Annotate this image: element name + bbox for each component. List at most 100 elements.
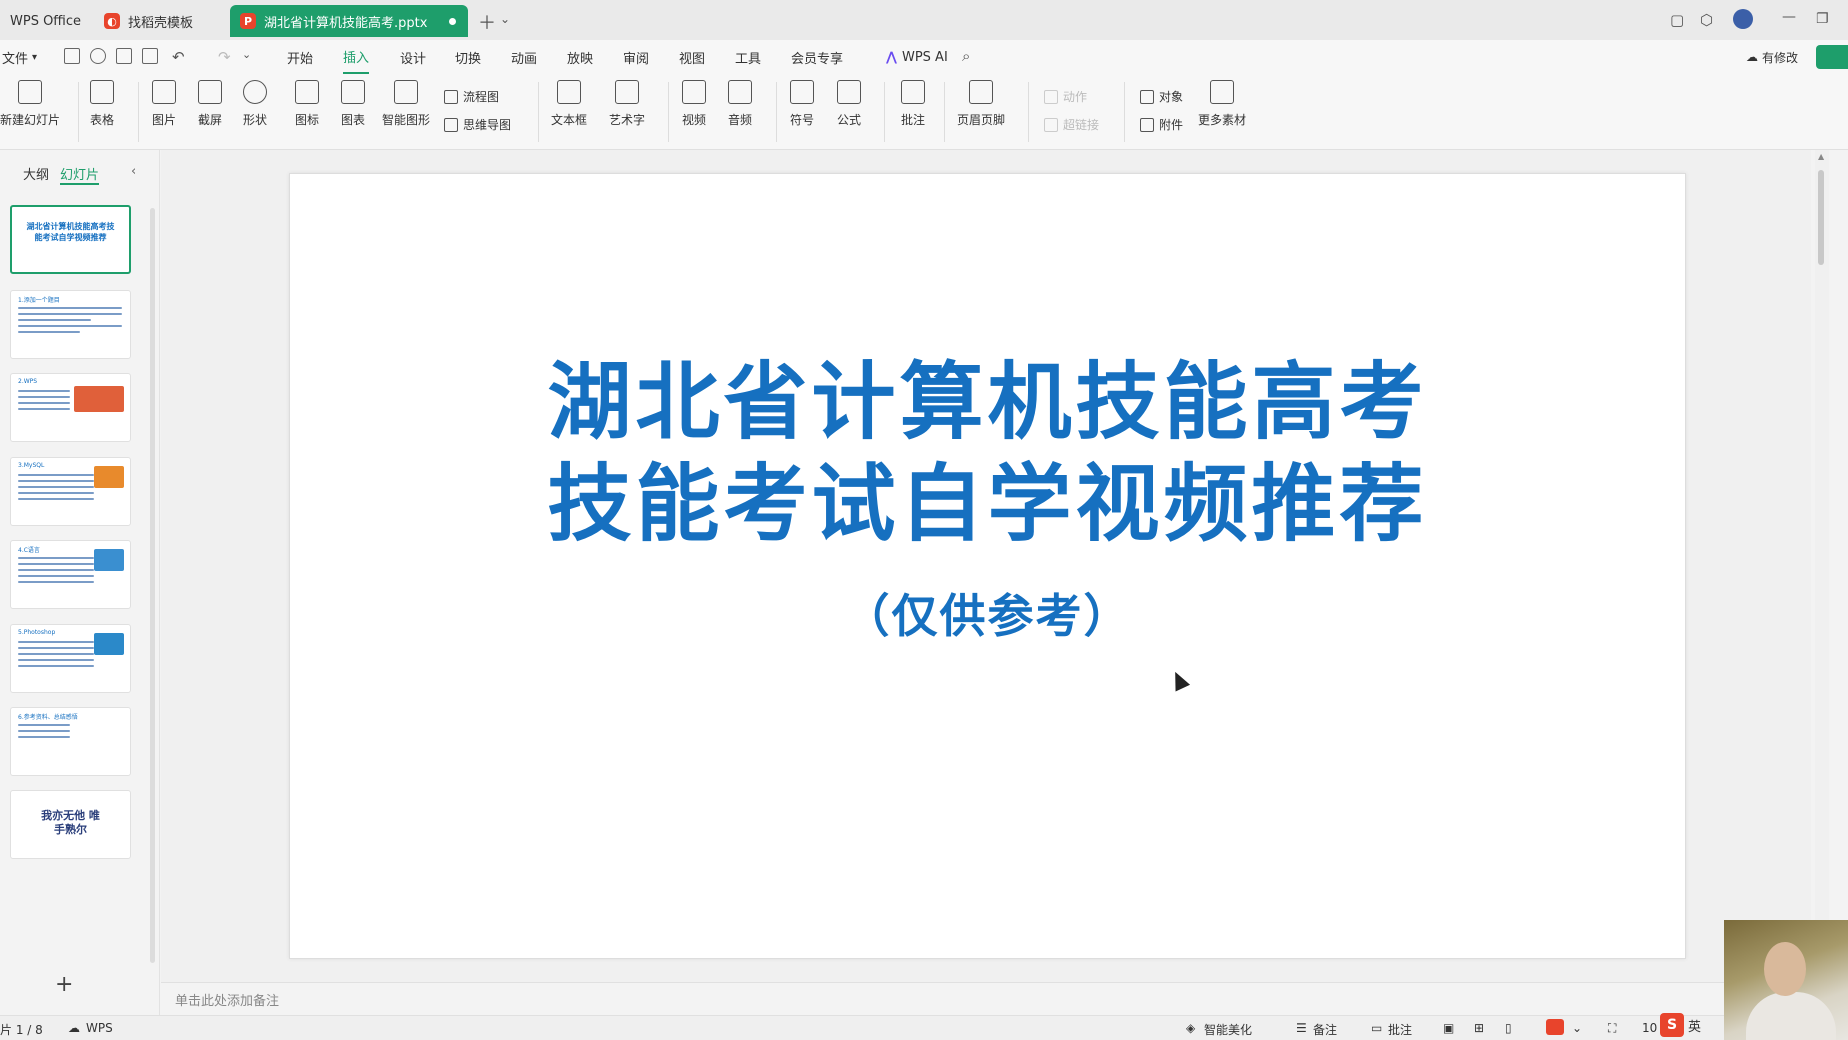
mindmap-button[interactable]: 思维导图 — [444, 116, 511, 133]
tab-wps-office[interactable]: WPS Office — [0, 5, 88, 37]
slide-thumbnail-1[interactable]: 湖北省计算机技能高考技能考试自学视频推荐 — [10, 205, 131, 274]
slide-subtitle[interactable]: （仅供参考） — [290, 586, 1685, 646]
flowchart-button[interactable]: 流程图 — [444, 88, 499, 105]
fit-icon[interactable]: ⛶ — [1608, 1021, 1616, 1036]
restore-icon[interactable]: ❐ — [1816, 11, 1829, 27]
slide-sorter-icon[interactable]: ⊞ — [1474, 1021, 1484, 1035]
cube-icon[interactable]: ⬡ — [1700, 11, 1713, 29]
audio-button[interactable]: 音频 — [728, 80, 752, 128]
menu-review[interactable]: 审阅 — [623, 40, 649, 74]
shape-button[interactable]: 形状 — [243, 80, 267, 128]
scrollbar[interactable] — [150, 208, 155, 963]
picture-button[interactable]: 图片 — [152, 80, 176, 128]
avatar[interactable] — [1733, 9, 1753, 29]
slide-thumbnail-3[interactable]: 2.WPS — [10, 373, 131, 442]
page-indicator: 片 1 / 8 — [0, 1023, 43, 1037]
zoom-level[interactable]: 10 — [1642, 1021, 1657, 1035]
collapse-icon[interactable]: ‹ — [131, 164, 136, 179]
comment-button[interactable]: 批注 — [901, 80, 925, 128]
menu-view[interactable]: 视图 — [679, 40, 705, 74]
menu-file[interactable]: 文件 ▾ — [2, 40, 37, 74]
plus-icon[interactable]: + — [55, 972, 73, 997]
ribbon-label: 截屏 — [198, 113, 223, 127]
attachment-button[interactable]: 附件 — [1140, 116, 1183, 133]
menu-transition[interactable]: 切换 — [455, 40, 481, 74]
modified-status[interactable]: ☁ 有修改 — [1746, 40, 1798, 74]
notes-pane[interactable]: 单击此处添加备注 — [161, 982, 1829, 1015]
new-slide-button[interactable]: 新建幻灯片 — [0, 80, 60, 128]
tab-slides[interactable]: 幻灯片 — [60, 164, 100, 185]
slide-thumbnail-5[interactable]: 4.C语言 — [10, 540, 131, 609]
print-icon[interactable] — [116, 48, 132, 64]
separator — [776, 82, 777, 142]
unsaved-dot-icon[interactable] — [449, 17, 456, 25]
reading-view-icon[interactable]: ▯ — [1505, 1021, 1512, 1035]
tab-outline[interactable]: 大纲 — [23, 164, 49, 183]
share-button[interactable] — [1816, 45, 1848, 69]
formula-button[interactable]: 公式 — [837, 80, 861, 128]
tab-template[interactable]: ◐ 找稻壳模板 — [94, 5, 224, 37]
tab-label: WPS Office — [10, 13, 82, 29]
object-button[interactable]: 对象 — [1140, 88, 1183, 105]
chevron-down-icon[interactable]: ⌄ — [1572, 1021, 1582, 1035]
hyperlink-button[interactable]: 超链接 — [1044, 116, 1099, 133]
tab-document[interactable]: P 湖北省计算机技能高考.pptx — [230, 5, 468, 37]
separator — [668, 82, 669, 142]
redo-icon[interactable]: ↷ — [218, 48, 231, 66]
menu-insert[interactable]: 插入 — [343, 40, 370, 74]
ribbon-label: 表格 — [90, 113, 115, 127]
menu-label: 视图 — [679, 51, 706, 67]
wps-label[interactable]: WPS — [86, 1021, 113, 1035]
find-icon[interactable] — [90, 48, 106, 64]
slide-thumbnail-7[interactable]: 6.参考资料、总结感悟 — [10, 707, 131, 776]
slide-title-line-1[interactable]: 湖北省计算机技能高考 — [290, 354, 1685, 450]
slide-thumbnail-4[interactable]: 3.MySQL — [10, 457, 131, 526]
video-button[interactable]: 视频 — [682, 80, 706, 128]
slide-thumbnail-8[interactable]: 我亦无他 唯手熟尔 — [10, 790, 131, 859]
notes-button[interactable]: 备注 — [1313, 1021, 1337, 1038]
symbol-button[interactable]: 符号 — [790, 80, 814, 128]
icon-button[interactable]: 图标 — [295, 80, 319, 128]
wps-cloud-icon[interactable]: ☁ — [68, 1021, 80, 1035]
save-icon[interactable] — [64, 48, 80, 64]
menu-design[interactable]: 设计 — [400, 40, 426, 74]
smart-beautify-button[interactable]: 智能美化 — [1204, 1021, 1252, 1038]
minimize-icon[interactable]: — — [1782, 9, 1796, 25]
menu-home[interactable]: 开始 — [287, 40, 313, 74]
table-button[interactable]: 表格 — [90, 80, 114, 128]
ime-indicator[interactable]: S 英 — [1660, 1012, 1720, 1038]
screenshot-button[interactable]: 截屏 — [198, 80, 222, 128]
plus-icon[interactable]: ＋ — [478, 9, 496, 35]
window-icon[interactable]: ▢ — [1670, 11, 1684, 29]
menu-tools[interactable]: 工具 — [735, 40, 761, 74]
current-slide[interactable]: 湖北省计算机技能高考 技能考试自学视频推荐 （仅供参考） — [289, 173, 1686, 959]
wordart-button[interactable]: 艺术字 — [609, 80, 645, 128]
chevron-down-icon[interactable]: ⌄ — [242, 48, 251, 61]
smart-shape-button[interactable]: 智能图形 — [382, 80, 430, 128]
search-icon[interactable]: ⌕ — [962, 47, 970, 65]
slide-title-line-2[interactable]: 技能考试自学视频推荐 — [290, 456, 1685, 552]
comment-button[interactable]: 批注 — [1388, 1021, 1412, 1038]
menu-member[interactable]: 会员专享 — [791, 40, 843, 74]
chart-button[interactable]: 图表 — [341, 80, 365, 128]
textbox-icon — [557, 80, 581, 104]
header-footer-button[interactable]: 页眉页脚 — [957, 80, 1005, 128]
audio-icon — [728, 80, 752, 104]
scroll-up-icon[interactable]: ▲ — [1818, 152, 1824, 161]
scrollbar-thumb[interactable] — [1818, 170, 1824, 265]
play-icon[interactable] — [1546, 1019, 1564, 1035]
more-material-button[interactable]: 更多素材 — [1198, 80, 1246, 128]
slide-thumbnail-2[interactable]: 1.添加一个题目 — [10, 290, 131, 359]
scrollbar[interactable]: ▲ — [1815, 150, 1829, 982]
textbox-button[interactable]: 文本框 — [551, 80, 587, 128]
print-preview-icon[interactable] — [142, 48, 158, 64]
slide-thumbnail-6[interactable]: 5.Photoshop — [10, 624, 131, 693]
ribbon-label: 文本框 — [551, 113, 588, 127]
chevron-down-icon[interactable]: ⌄ — [500, 12, 510, 26]
menu-slideshow[interactable]: 放映 — [567, 40, 593, 74]
undo-icon[interactable]: ↶ — [172, 48, 185, 66]
action-button[interactable]: 动作 — [1044, 88, 1087, 105]
wps-ai-button[interactable]: ⋀ WPS AI — [886, 40, 948, 74]
menu-animation[interactable]: 动画 — [511, 40, 537, 74]
normal-view-icon[interactable]: ▣ — [1443, 1021, 1454, 1035]
